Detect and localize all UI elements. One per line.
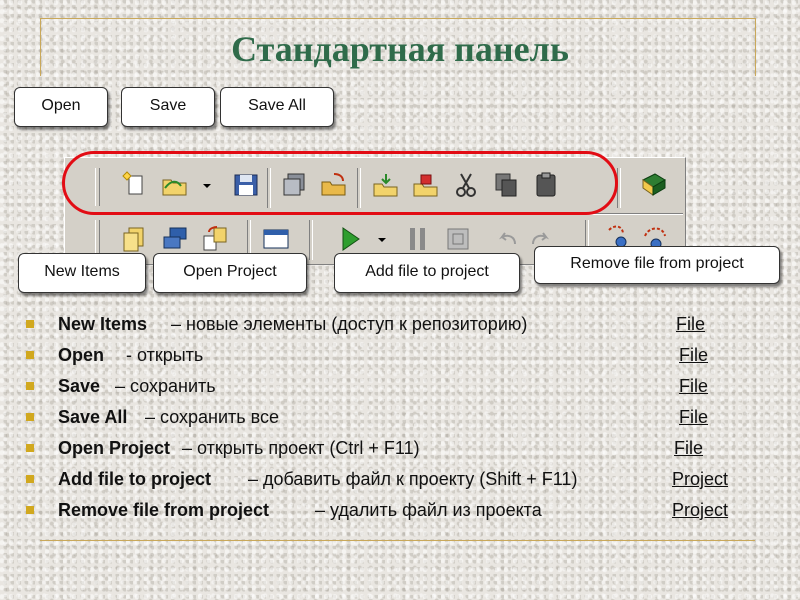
item-description: – новые элементы (доступ к репозиторию) (171, 314, 528, 334)
item-description: – добавить файл к проекту (Shift + F11) (248, 469, 578, 489)
item-term: Remove file from project (58, 500, 270, 520)
callout-new-items: New Items (18, 253, 146, 293)
item-menu-link[interactable]: File (676, 313, 705, 335)
bullet-icon (26, 413, 34, 421)
item-description: – удалить файл из проекта (315, 500, 542, 520)
item-menu-link[interactable]: File (679, 375, 708, 397)
item-menu-link[interactable]: Project (672, 468, 728, 490)
frame-top-line (40, 18, 755, 19)
red-highlight-oval (62, 151, 618, 215)
item-menu-link[interactable]: File (679, 344, 708, 366)
new-form-icon[interactable] (119, 224, 149, 254)
callout-add-file: Add file to project (334, 253, 520, 293)
bullet-icon (26, 382, 34, 390)
undo-icon[interactable] (493, 224, 523, 254)
item-description: - открыть (126, 345, 204, 365)
item-term: Open Project (58, 438, 171, 458)
toggle-form-unit-icon[interactable] (160, 224, 190, 254)
item-term: Add file to project (58, 469, 211, 489)
bullet-icon (26, 320, 34, 328)
callout-open-project: Open Project (153, 253, 307, 293)
callout-save: Save (121, 87, 215, 127)
toolbar-separator (309, 220, 313, 260)
item-term: New Items (58, 314, 148, 334)
bullet-icon (26, 444, 34, 452)
callout-remove-file: Remove file from project (534, 246, 780, 284)
trace-into-icon[interactable] (443, 224, 473, 254)
run-icon[interactable] (335, 224, 365, 254)
dropdown-arrow-icon[interactable] (375, 224, 389, 254)
slide-title: Стандартная панель (231, 29, 569, 69)
frame-bottom-line (40, 540, 755, 541)
view-form-icon[interactable] (261, 224, 291, 254)
item-term: Open (58, 345, 105, 365)
bullet-icon (26, 351, 34, 359)
callout-save-all: Save All (220, 87, 334, 127)
item-description: – сохранить (115, 376, 216, 396)
item-description: – открыть проект (Ctrl + F11) (182, 438, 420, 458)
item-term: Save All (58, 407, 128, 427)
pause-icon[interactable] (403, 224, 433, 254)
item-menu-link[interactable]: Project (672, 499, 728, 521)
callout-open: Open (14, 87, 108, 127)
item-menu-link[interactable]: File (674, 437, 703, 459)
bullet-icon (26, 475, 34, 483)
help-book-icon[interactable] (639, 170, 669, 200)
bullet-icon (26, 506, 34, 514)
item-description: – сохранить все (145, 407, 280, 427)
item-term: Save (58, 376, 101, 396)
item-menu-link[interactable]: File (679, 406, 708, 428)
view-unit-icon[interactable] (200, 224, 230, 254)
